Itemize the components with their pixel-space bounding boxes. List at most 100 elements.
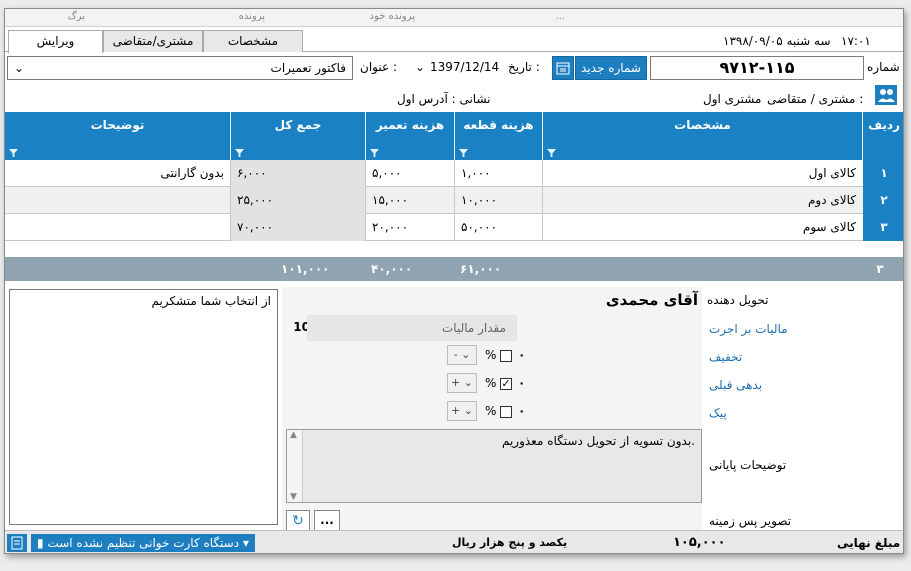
debt-checkbox[interactable]: ✓ — [500, 378, 512, 390]
cell-name[interactable]: کالای اول — [542, 160, 862, 187]
col-total[interactable]: جمع کل — [230, 112, 365, 160]
cell-repair[interactable]: ۱۵,۰۰۰ — [365, 187, 454, 214]
cell-name[interactable]: کالای دوم — [542, 187, 862, 214]
summary-repair: ۴۰,۰۰۰ — [371, 262, 413, 276]
percent-sign: % — [485, 376, 497, 390]
cell-repair[interactable]: ۵,۰۰۰ — [365, 160, 454, 187]
ribbon-item[interactable]: برگ — [68, 11, 85, 22]
peyk-op-select[interactable]: + ⌄ — [447, 401, 477, 421]
cell-part[interactable]: ۱۰,۰۰۰ — [454, 187, 542, 214]
tab-customer[interactable]: مشتری/متقاضی — [103, 30, 203, 52]
chevron-down-icon[interactable]: ▼ — [290, 492, 297, 502]
cell-note[interactable] — [5, 187, 230, 214]
debt-value: ۰ — [518, 376, 526, 390]
final-amount: ۱۰۵,۰۰۰ — [673, 535, 726, 550]
tax-amount-label: مقدار مالیات — [442, 321, 507, 335]
current-date: سه شنبه ۱۳۹۸/۰۹/۰۵ — [723, 34, 831, 48]
peyk-checkbox[interactable] — [500, 406, 512, 418]
percent-sign: % — [485, 348, 497, 362]
cell-total: ۶,۰۰۰ — [230, 160, 365, 187]
number-field[interactable]: ۹۷۱۲-۱۱۵ — [650, 56, 864, 80]
final-notes-text: بدون تسویه از تحویل دستگاه معذوریم. — [501, 434, 695, 448]
cell-part[interactable]: ۵۰,۰۰۰ — [454, 214, 542, 241]
discount-value: ۰ — [518, 348, 526, 362]
filter-icon — [459, 149, 468, 157]
cell-total: ۲۵,۰۰۰ — [230, 187, 365, 214]
address-label: نشانی : آدرس اول — [397, 92, 491, 106]
more-button[interactable]: ... — [314, 510, 340, 532]
cell-repair[interactable]: ۲۰,۰۰۰ — [365, 214, 454, 241]
cell-note[interactable] — [5, 214, 230, 241]
row-number: ۲ — [863, 187, 903, 214]
status-bar: ▮ دستگاه کارت خوانی تنظیم نشده است ▾ یکص… — [5, 530, 903, 553]
clock: ۱۷:۰۱ — [841, 34, 871, 48]
cell-name[interactable]: کالای سوم — [542, 214, 862, 241]
summary-total: ۱۰۱,۰۰۰ — [281, 262, 330, 276]
row-number: ۱ — [863, 160, 903, 187]
calendar-icon[interactable] — [552, 56, 574, 80]
filter-icon — [9, 149, 18, 157]
chevron-down-icon: ⌄ — [14, 61, 25, 75]
ribbon-item[interactable]: پرونده — [239, 11, 265, 22]
table-row[interactable]: کالای سوم ۵۰,۰۰۰ ۲۰,۰۰۰ ۷۰,۰۰۰ ۳ — [5, 214, 903, 241]
cell-note[interactable]: بدون گارانتی — [5, 160, 230, 187]
filter-icon — [547, 149, 556, 157]
table-row[interactable]: کالای اول ۱,۰۰۰ ۵,۰۰۰ ۶,۰۰۰ بدون گارانتی… — [5, 160, 903, 187]
chevron-up-icon[interactable]: ▲ — [290, 430, 297, 440]
discount-checkbox[interactable] — [500, 350, 512, 362]
debt-op-select[interactable]: + ⌄ — [447, 373, 477, 393]
customer-label: مشتری / متقاضی : — [767, 92, 864, 106]
title-label: عنوان : — [360, 60, 397, 74]
date-label: تاریخ : — [508, 60, 540, 74]
cell-part[interactable]: ۱,۰۰۰ — [454, 160, 542, 187]
tab-specs[interactable]: مشخصات — [203, 30, 303, 52]
row-number: ۳ — [863, 214, 903, 241]
bg-image-label: تصویر پس زمینه — [709, 514, 792, 528]
details-panel: آقای محمدی 10% مقدار مالیات ۰ % - ⌄ ۰ ✓ … — [282, 287, 702, 535]
col-repair-cost[interactable]: هزینه تعمیر — [365, 112, 454, 160]
new-number-button[interactable]: شماره جدید — [575, 56, 647, 80]
debt-link[interactable]: بدهی قبلی — [709, 378, 762, 392]
card-reader-text: دستگاه کارت خوانی تنظیم نشده است — [47, 536, 240, 550]
summary-bar: ۳ ۶۱,۰۰۰ ۴۰,۰۰۰ ۱۰۱,۰۰۰ — [5, 257, 903, 281]
tax-link[interactable]: مالیات بر اجرت — [709, 322, 788, 336]
chevron-down-icon: ▾ — [242, 536, 249, 550]
tab-edit[interactable]: ویرایش — [8, 30, 103, 53]
chevron-down-icon[interactable]: ⌄ — [415, 60, 425, 74]
table-row[interactable]: کالای دوم ۱۰,۰۰۰ ۱۵,۰۰۰ ۲۵,۰۰۰ ۲ — [5, 187, 903, 214]
delivery-person[interactable]: آقای محمدی — [606, 291, 698, 309]
percent-sign: % — [485, 404, 497, 418]
cell-total: ۷۰,۰۰۰ — [230, 214, 365, 241]
grid-header: ردیف مشخصات هزینه قطعه هزینه تعمیر جمع ک… — [5, 112, 903, 160]
title-value: فاکتور تعمیرات — [270, 61, 346, 75]
date-picker[interactable]: 1397/12/14 — [430, 60, 499, 74]
thanks-note[interactable]: از انتخاب شما متشکریم — [9, 289, 278, 525]
final-notes-label: توضیحات پایانی — [709, 458, 787, 472]
summary-count: ۳ — [876, 262, 884, 276]
col-row[interactable]: ردیف — [862, 112, 903, 160]
discount-op-select[interactable]: - ⌄ — [447, 345, 477, 365]
calculator-icon[interactable] — [7, 534, 27, 552]
refresh-icon[interactable]: ↻ — [286, 510, 310, 532]
final-words: یکصد و پنج هزار ریال — [452, 536, 568, 549]
delivery-label: تحویل دهنده — [707, 293, 769, 307]
col-part-cost[interactable]: هزینه قطعه — [454, 112, 542, 160]
peyk-value: ۰ — [518, 404, 526, 418]
col-notes[interactable]: توضیحات — [5, 112, 230, 160]
final-notes-textarea[interactable]: بدون تسویه از تحویل دستگاه معذوریم. ▲ ▼ — [286, 429, 702, 503]
ribbon-item[interactable]: پرونده خود — [370, 11, 415, 22]
card-reader-icon: ▮ — [37, 536, 44, 550]
scrollbar[interactable]: ▲ ▼ — [287, 430, 303, 502]
col-specs[interactable]: مشخصات — [542, 112, 862, 160]
people-icon[interactable] — [875, 85, 897, 105]
thanks-text: از انتخاب شما متشکریم — [151, 294, 271, 308]
filter-icon — [235, 149, 244, 157]
card-reader-status[interactable]: ▮ دستگاه کارت خوانی تنظیم نشده است ▾ — [31, 534, 255, 552]
discount-link[interactable]: تخفیف — [709, 350, 742, 364]
number-label: شماره : — [867, 60, 903, 74]
ribbon: برگ پرونده پرونده خود ... — [5, 9, 903, 27]
ribbon-item[interactable]: ... — [555, 11, 565, 22]
peyk-link[interactable]: پیک — [709, 406, 727, 420]
customer-value[interactable]: مشتری اول — [703, 92, 761, 106]
title-select[interactable]: فاکتور تعمیرات ⌄ — [7, 56, 353, 80]
